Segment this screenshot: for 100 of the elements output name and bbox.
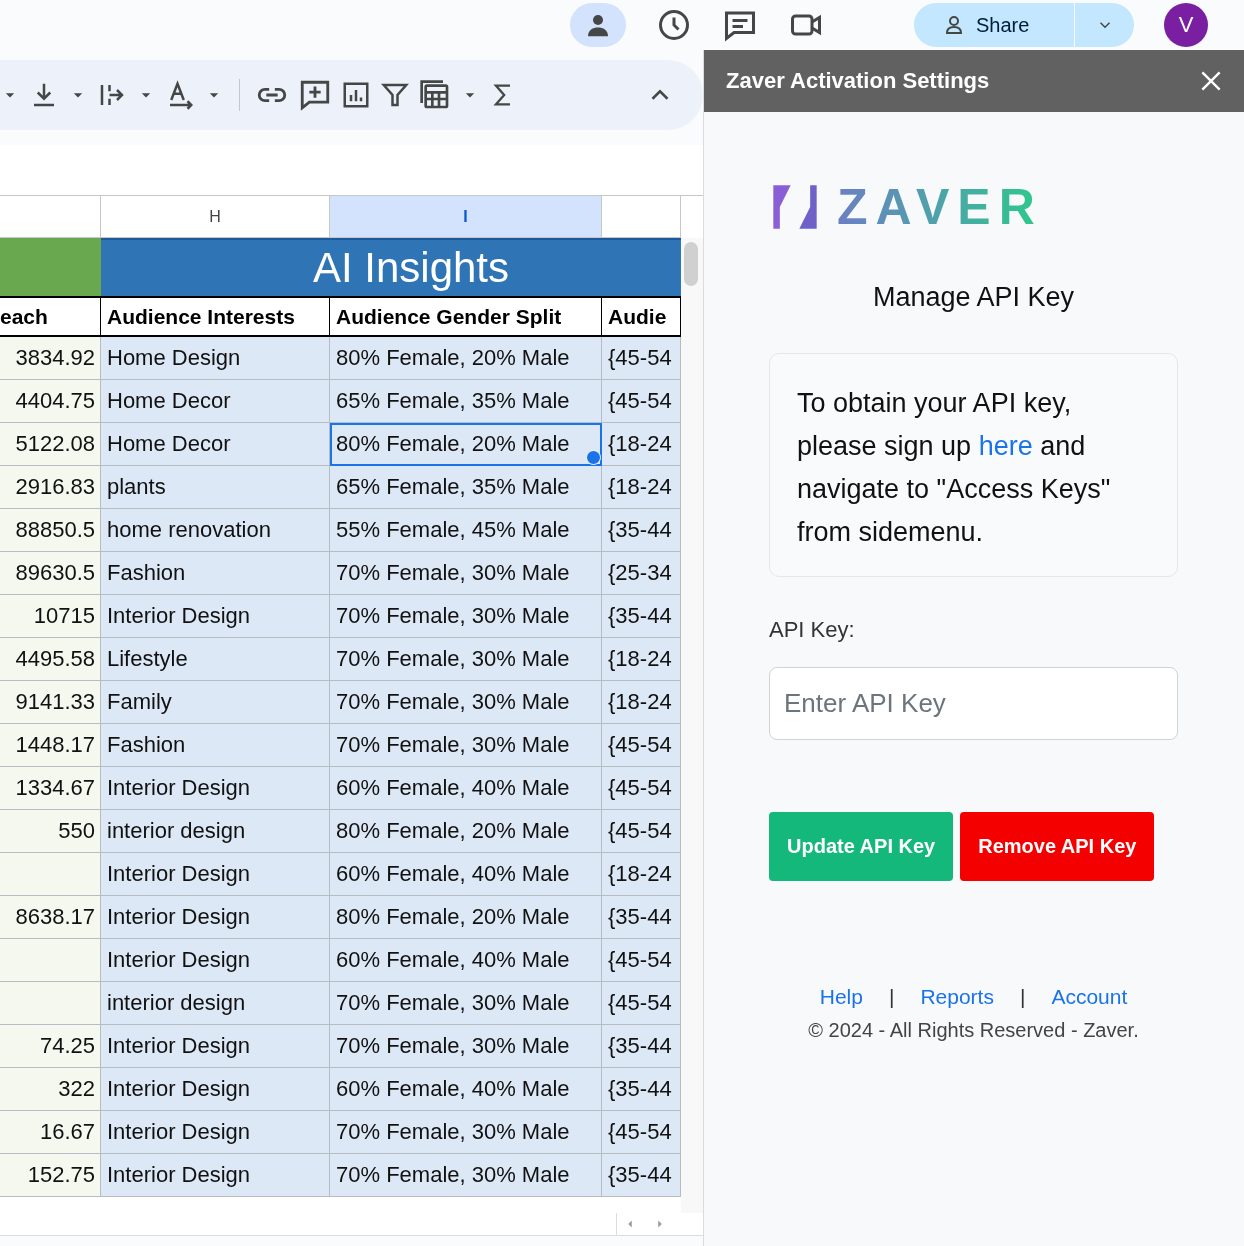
table-cell: {18-24 <box>602 423 681 466</box>
table-cell[interactable]: 60% Female, 40% Male <box>330 1068 602 1111</box>
table-cell[interactable]: 70% Female, 30% Male <box>330 638 602 681</box>
table-cell: 1334.67 <box>0 767 101 810</box>
table-cell: {45-54 <box>602 1111 681 1154</box>
history-icon[interactable] <box>656 7 692 43</box>
column-header[interactable]: H <box>101 196 330 238</box>
add-comment-icon[interactable] <box>298 78 332 112</box>
table-cell: home renovation <box>101 509 330 552</box>
table-cell: {45-54 <box>602 337 681 380</box>
table-cell[interactable]: 70% Female, 30% Male <box>330 1111 602 1154</box>
remove-button[interactable]: Remove API Key <box>960 812 1155 881</box>
table-cell: plants <box>101 466 330 509</box>
account-button[interactable] <box>570 3 626 47</box>
table-cell: interior design <box>101 810 330 853</box>
table-cell: 5122.08 <box>0 423 101 466</box>
api-key-field[interactable]: Enter API Key <box>769 667 1178 740</box>
table-cell: Interior Design <box>101 1025 330 1068</box>
table-cell: 16.67 <box>0 1111 101 1154</box>
table-cell: Interior Design <box>101 939 330 982</box>
footer-link[interactable]: Reports <box>920 985 994 1009</box>
table-cell: 2916.83 <box>0 466 101 509</box>
field-label: API Key: <box>769 617 856 643</box>
table-cell: 3834.92 <box>0 337 101 380</box>
table-cell: 550 <box>0 810 101 853</box>
table-cell[interactable]: 65% Female, 35% Male <box>330 466 602 509</box>
table-cell[interactable]: 65% Female, 35% Male <box>330 380 602 423</box>
table-cell: {18-24 <box>602 466 681 509</box>
table-cell[interactable]: 70% Female, 30% Male <box>330 1154 602 1197</box>
table-cell[interactable]: 60% Female, 40% Male <box>330 767 602 810</box>
table-cell[interactable]: 80% Female, 20% Male <box>330 337 602 380</box>
table-cell: Interior Design <box>101 767 330 810</box>
table-cell: {45-54 <box>602 982 681 1025</box>
table-cell[interactable]: 70% Female, 30% Male <box>330 595 602 638</box>
table-cell[interactable]: 70% Female, 30% Male <box>330 982 602 1025</box>
avatar[interactable]: V <box>1164 3 1208 47</box>
table-cell: {35-44 <box>602 896 681 939</box>
table-cell: Home Decor <box>101 380 330 423</box>
table-cell[interactable]: 70% Female, 30% Male <box>330 552 602 595</box>
table-icon[interactable] <box>419 79 451 111</box>
table-cell: {45-54 <box>602 939 681 982</box>
table-cell: 4495.58 <box>0 638 101 681</box>
table-cell: {18-24 <box>602 681 681 724</box>
panel-title: Zaver Activation Settings <box>726 68 990 94</box>
table-cell: {25-34 <box>602 552 681 595</box>
table-cell: {35-44 <box>602 509 681 552</box>
table-cell: 89630.5 <box>0 552 101 595</box>
share-button[interactable]: Share <box>914 3 1074 47</box>
table-cell[interactable]: 70% Female, 30% Male <box>330 724 602 767</box>
table-cell: 8638.17 <box>0 896 101 939</box>
separator-text: | <box>888 985 895 1009</box>
table-cell: Interior Design <box>101 1111 330 1154</box>
table-cell: Fashion <box>101 552 330 595</box>
table-cell: {18-24 <box>602 638 681 681</box>
info-text: To obtain your API key, please sign up here and navigate to "Access Keys" from sidemenu. <box>797 387 1112 549</box>
chart-icon[interactable] <box>341 80 371 110</box>
table-cell[interactable]: 80% Female, 20% Male <box>330 810 602 853</box>
panel-heading: Manage API Key <box>871 282 1076 313</box>
banner-cell: AI Insights <box>101 238 681 298</box>
table-cell: 74.25 <box>0 1025 101 1068</box>
separator-text: | <box>1019 985 1026 1009</box>
table-cell: {35-44 <box>602 1025 681 1068</box>
table-cell[interactable]: 70% Female, 30% Male <box>330 1025 602 1068</box>
table-cell: Home Decor <box>101 423 330 466</box>
footer-link[interactable]: Help <box>819 985 863 1009</box>
table-cell: {45-54 <box>602 767 681 810</box>
table-cell: 152.75 <box>0 1154 101 1197</box>
table-cell[interactable]: 55% Female, 45% Male <box>330 509 602 552</box>
table-cell: {18-24 <box>602 853 681 896</box>
table-cell: Family <box>101 681 330 724</box>
table-cell: 88850.5 <box>0 509 101 552</box>
table-cell: Interior Design <box>101 595 330 638</box>
table-cell: Home Design <box>101 337 330 380</box>
table-cell: {45-54 <box>602 380 681 423</box>
table-cell[interactable]: 60% Female, 40% Male <box>330 853 602 896</box>
fill-handle[interactable] <box>586 450 601 465</box>
table-cell: {35-44 <box>602 595 681 638</box>
table-cell: Interior Design <box>101 1068 330 1111</box>
table-cell: Interior Design <box>101 853 330 896</box>
table-cell: Interior Design <box>101 896 330 939</box>
table-cell: 322 <box>0 1068 101 1111</box>
table-cell: 9141.33 <box>0 681 101 724</box>
table-cell[interactable]: 60% Female, 40% Male <box>330 939 602 982</box>
table-cell: interior design <box>101 982 330 1025</box>
table-cell: Interior Design <box>101 1154 330 1197</box>
table-cell[interactable]: 70% Female, 30% Male <box>330 681 602 724</box>
copyright-text: © 2024 - All Rights Reserved - Zaver. <box>807 1019 1140 1042</box>
footer-link[interactable]: Account <box>1051 985 1128 1009</box>
signup-link[interactable]: here <box>978 431 1033 461</box>
column-header[interactable]: I <box>330 196 602 238</box>
table-cell[interactable]: 80% Female, 20% Male <box>330 896 602 939</box>
table-cell: {35-44 <box>602 1154 681 1197</box>
table-cell[interactable]: 80% Female, 20% Male <box>330 423 602 466</box>
scrollbar-thumb[interactable] <box>684 242 698 286</box>
table-cell: Lifestyle <box>101 638 330 681</box>
table-cell: {45-54 <box>602 724 681 767</box>
table-cell: Fashion <box>101 724 330 767</box>
table-cell: 1448.17 <box>0 724 101 767</box>
table-cell: 10715 <box>0 595 101 638</box>
table-cell: 4404.75 <box>0 380 101 423</box>
